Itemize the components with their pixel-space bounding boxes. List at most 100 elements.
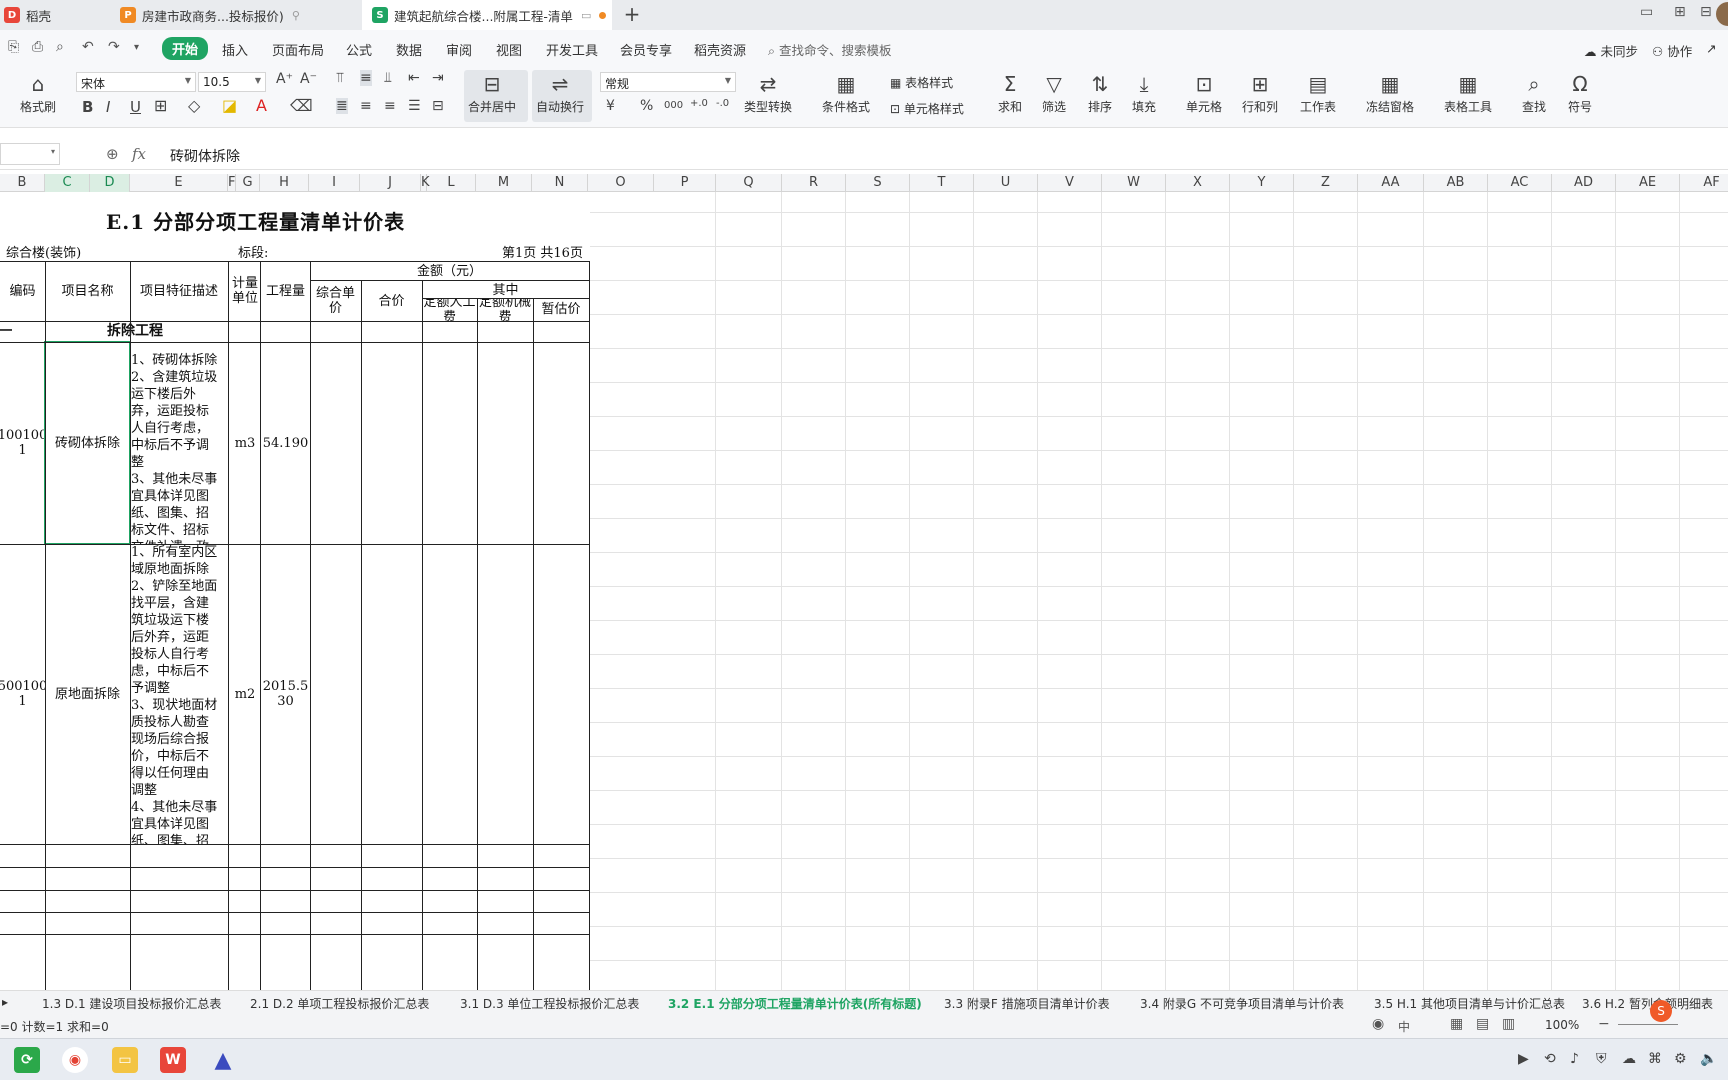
- zoom-out-icon[interactable]: −: [1598, 1016, 1610, 1032]
- tray-sync-icon[interactable]: ⟲: [1544, 1051, 1556, 1067]
- align-bottom-icon[interactable]: ⫫: [384, 70, 392, 86]
- column-header-c[interactable]: C: [45, 174, 90, 192]
- filter-button[interactable]: ▽ 筛选: [1042, 70, 1066, 115]
- pin-icon[interactable]: ⚲: [292, 9, 300, 22]
- file-explorer-icon[interactable]: ▭: [112, 1047, 138, 1073]
- print-icon[interactable]: ⎙: [32, 39, 43, 55]
- tray-cloud-icon[interactable]: ☁: [1622, 1051, 1636, 1067]
- indent-icon[interactable]: ⇥: [432, 70, 444, 86]
- menu-view[interactable]: 视图: [496, 40, 522, 59]
- tray-settings-icon[interactable]: ⚙: [1674, 1051, 1687, 1067]
- symbol-button[interactable]: Ω 符号: [1568, 70, 1592, 115]
- page-break-view-icon[interactable]: ▥: [1502, 1016, 1515, 1032]
- row2-qty[interactable]: 2015.5 30: [261, 544, 310, 844]
- chrome-icon[interactable]: ◉: [62, 1047, 88, 1073]
- row1-qty[interactable]: 54.190: [261, 342, 310, 544]
- align-center-icon[interactable]: ≡: [360, 98, 372, 114]
- align-right-icon[interactable]: ≡: [384, 98, 396, 114]
- increase-font-icon[interactable]: A⁺: [276, 71, 293, 87]
- menu-developer[interactable]: 开发工具: [546, 40, 598, 59]
- column-header-e[interactable]: E: [130, 174, 228, 192]
- sheet-tab-6[interactable]: 3.4 附录G 不可竞争项目清单与计价表: [1140, 995, 1344, 1012]
- redo-icon[interactable]: ↷: [108, 39, 120, 55]
- row2-description[interactable]: 1、所有室内区 域原地面拆除 2、铲除至地面 找平层，含建 筑垃圾运下楼 后外弃，运距 投标…: [131, 544, 229, 844]
- column-header-aa[interactable]: AA: [1358, 174, 1424, 192]
- table-style-button[interactable]: ▦ 表格样式: [890, 74, 953, 91]
- tray-volume-icon[interactable]: 🔈: [1700, 1051, 1717, 1067]
- new-tab-button[interactable]: +: [620, 3, 644, 27]
- command-search[interactable]: ⌕ 查找命令、搜索模板: [768, 40, 892, 59]
- column-header-s[interactable]: S: [846, 174, 910, 192]
- italic-icon[interactable]: I: [106, 98, 110, 116]
- tray-mic-icon[interactable]: ♪: [1570, 1051, 1579, 1067]
- increase-decimal-icon[interactable]: +.0: [690, 98, 708, 109]
- outdent-icon[interactable]: ⇤: [408, 70, 420, 86]
- menu-insert[interactable]: 插入: [222, 40, 248, 59]
- menu-page-layout[interactable]: 页面布局: [272, 40, 324, 59]
- decrease-font-icon[interactable]: A⁻: [300, 71, 317, 87]
- column-header-d[interactable]: D: [90, 174, 130, 192]
- eye-protection-icon[interactable]: ◉: [1372, 1016, 1384, 1032]
- menu-review[interactable]: 审阅: [446, 40, 472, 59]
- distribute-icon[interactable]: ⊟: [432, 98, 444, 114]
- tab-docer[interactable]: D 稻壳: [0, 0, 106, 30]
- column-header-x[interactable]: X: [1166, 174, 1230, 192]
- percent-icon[interactable]: %: [640, 98, 653, 114]
- align-middle-icon[interactable]: ≡: [360, 70, 372, 86]
- name-box[interactable]: ▾: [0, 143, 60, 165]
- currency-icon[interactable]: ¥: [606, 98, 615, 114]
- column-header-l[interactable]: L: [427, 174, 476, 192]
- menu-start[interactable]: 开始: [162, 37, 209, 60]
- zoom-level[interactable]: 100%: [1545, 1018, 1579, 1032]
- sync-status[interactable]: ☁ 未同步: [1584, 41, 1638, 60]
- app-360-icon[interactable]: ⟳: [14, 1047, 40, 1073]
- sheet-tab-5[interactable]: 3.3 附录F 措施项目清单计价表: [944, 995, 1110, 1012]
- formula-input[interactable]: 砖砌体拆除: [170, 146, 240, 166]
- column-header-g[interactable]: G: [236, 174, 260, 192]
- conditional-format-button[interactable]: ▦ 条件格式: [822, 70, 870, 115]
- sheet-scroll-left-icon[interactable]: ▸: [2, 995, 8, 1009]
- row2-name[interactable]: 原地面拆除: [45, 544, 130, 844]
- avatar[interactable]: [1716, 2, 1728, 26]
- worksheet-button[interactable]: ▤ 工作表: [1300, 70, 1336, 115]
- cell-style-button[interactable]: ⊡ 单元格样式: [890, 100, 964, 117]
- column-header-ac[interactable]: AC: [1488, 174, 1552, 192]
- column-header-z[interactable]: Z: [1294, 174, 1358, 192]
- column-header-af[interactable]: AF: [1680, 174, 1728, 192]
- border-icon[interactable]: ⊞: [154, 96, 167, 115]
- row1-description[interactable]: 1、砖砌体拆除 2、含建筑垃圾 运下楼后外 弃，运距投标 人自行考虑， 中标后不予调整 3、…: [131, 352, 229, 544]
- column-header-r[interactable]: R: [782, 174, 846, 192]
- window-layout-icon[interactable]: ▭: [1640, 4, 1653, 20]
- sort-button[interactable]: ⇅ 排序: [1088, 70, 1112, 115]
- find-button[interactable]: ⌕ 查找: [1522, 70, 1546, 115]
- tray-player-icon[interactable]: ▶: [1518, 1051, 1529, 1067]
- row1-code[interactable]: 100100 1: [0, 342, 45, 544]
- row1-unit[interactable]: m3: [229, 342, 261, 544]
- clear-format-icon[interactable]: ⌫: [290, 96, 313, 115]
- row-col-button[interactable]: ⊞ 行和列: [1242, 70, 1278, 115]
- zoom-slider[interactable]: [1618, 1024, 1678, 1025]
- fill-pattern-icon[interactable]: ◇: [188, 96, 200, 115]
- sheet-tab-7[interactable]: 3.5 H.1 其他项目清单与计价汇总表: [1374, 995, 1565, 1012]
- apps-icon[interactable]: ⊟: [1700, 4, 1712, 20]
- share-icon[interactable]: ↗: [1706, 41, 1716, 56]
- menu-member[interactable]: 会员专享: [620, 40, 672, 59]
- column-header-o[interactable]: O: [588, 174, 654, 192]
- column-header-j[interactable]: J: [360, 174, 421, 192]
- column-header-p[interactable]: P: [654, 174, 716, 192]
- column-header-h[interactable]: H: [260, 174, 309, 192]
- tray-security-icon[interactable]: ⛨: [1596, 1051, 1607, 1067]
- comment-icon[interactable]: ▭: [581, 9, 591, 22]
- sogou-ime-icon[interactable]: S: [1650, 1000, 1672, 1022]
- decrease-decimal-icon[interactable]: -.0: [716, 98, 729, 109]
- menu-data[interactable]: 数据: [396, 40, 422, 59]
- tab-spreadsheet-active[interactable]: S 建筑起航综合楼...附属工程-清单 ▭: [362, 0, 612, 30]
- column-header-t[interactable]: T: [910, 174, 974, 192]
- format-painter-button[interactable]: ⌂ 格式刷: [20, 70, 56, 115]
- underline-icon[interactable]: U: [130, 98, 141, 116]
- zoom-formula-icon[interactable]: ⊕: [106, 145, 119, 163]
- ime-indicator[interactable]: 中: [1398, 1018, 1410, 1035]
- tab-pdf-document[interactable]: P 房建市政商务...投标报价) ⚲: [112, 0, 357, 30]
- font-color-icon[interactable]: A: [256, 96, 267, 115]
- export-icon[interactable]: ⎘: [8, 39, 19, 55]
